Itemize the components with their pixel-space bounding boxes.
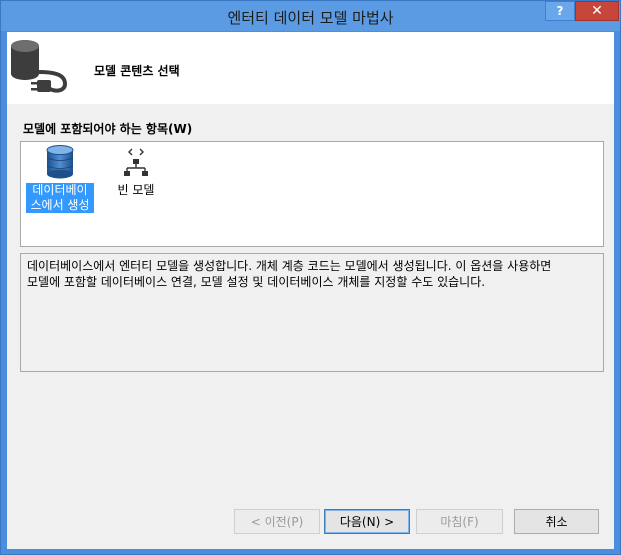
previous-button[interactable]: < 이전(P)	[234, 509, 320, 534]
finish-button[interactable]: 마침(F)	[416, 509, 503, 534]
model-contents-list[interactable]: 데이터베이 스에서 생성 빈 모델	[20, 141, 604, 247]
database-plug-icon	[11, 40, 68, 93]
model-contents-label: 모델에 포함되어야 하는 항목(W)	[23, 122, 193, 136]
wizard-body: 모델 콘텐츠 선택 모델에 포함되어야 하는 항목(W) 데이터베이 스에서 생…	[7, 32, 614, 549]
cancel-button[interactable]: 취소	[514, 509, 599, 534]
list-item-label: 빈 모델	[117, 183, 155, 197]
wizard-header: 모델 콘텐츠 선택	[7, 32, 614, 104]
list-item-empty-model[interactable]: 빈 모델	[101, 145, 171, 198]
wizard-window: 엔터티 데이터 모델 마법사 ? ✕ 모델 콘텐츠 선택 모델에 포함되어야 하…	[0, 0, 621, 555]
description-text: 데이터베이스에서 엔터티 모델을 생성합니다. 개체 계층 코드는 모델에서 생…	[20, 253, 604, 372]
database-icon	[45, 145, 75, 179]
help-button[interactable]: ?	[545, 1, 575, 21]
page-title: 모델 콘텐츠 선택	[94, 64, 180, 78]
empty-model-icon	[121, 145, 151, 179]
list-item-label: 데이터베이 스에서 생성	[26, 183, 94, 213]
title-bar[interactable]: 엔터티 데이터 모델 마법사 ? ✕	[1, 1, 620, 31]
list-item-generate-from-database[interactable]: 데이터베이 스에서 생성	[25, 145, 95, 213]
window-title: 엔터티 데이터 모델 마법사	[227, 9, 394, 27]
next-button[interactable]: 다음(N) >	[324, 509, 410, 534]
close-button[interactable]: ✕	[575, 1, 619, 21]
